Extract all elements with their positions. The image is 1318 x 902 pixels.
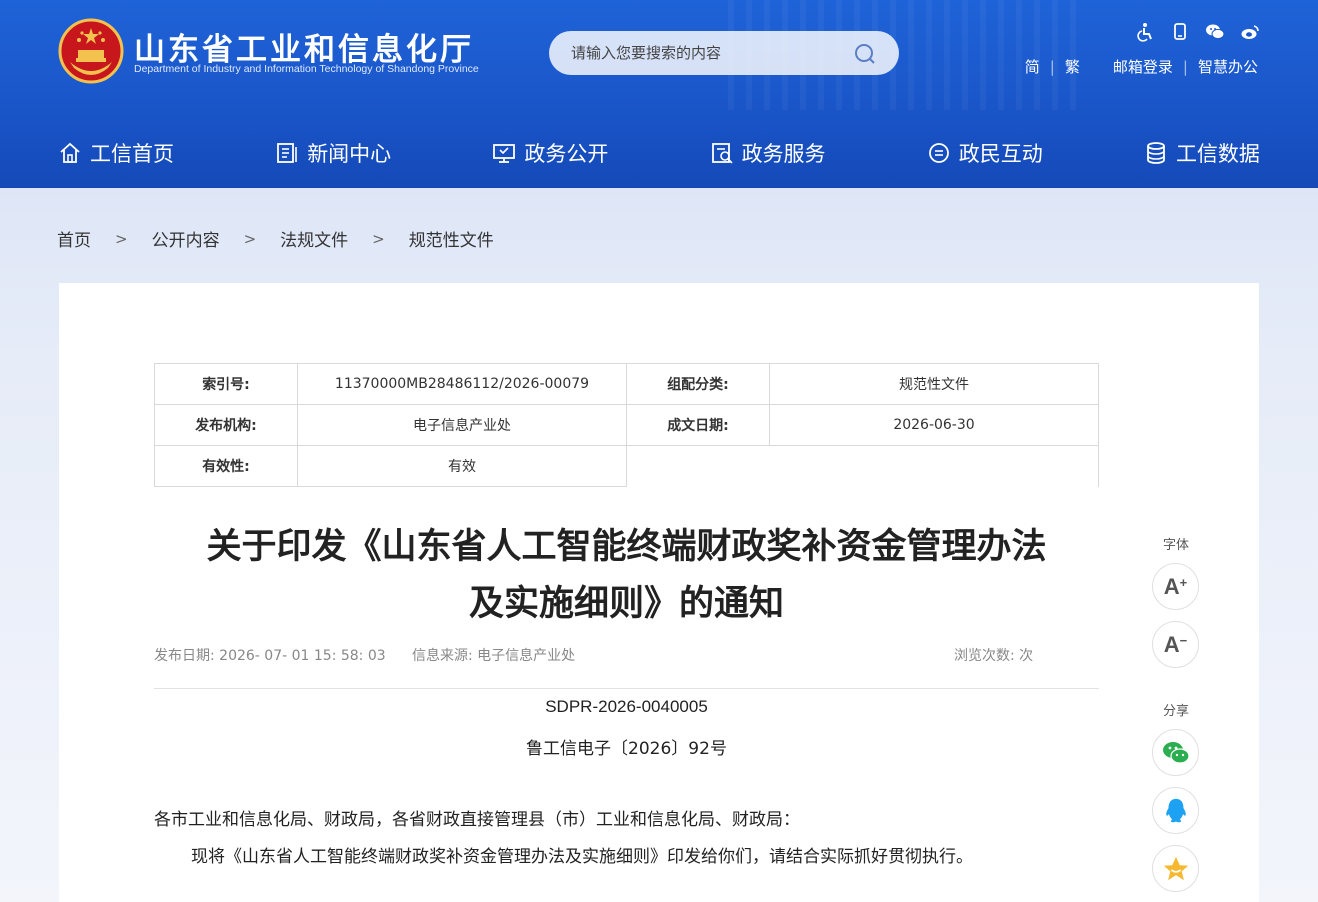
- validity-value: 有效: [297, 445, 627, 487]
- site-header: 山东省工业和信息化厅 Department of Industry and In…: [0, 0, 1318, 188]
- favorite-button[interactable]: [1152, 845, 1199, 892]
- header-links: 简 | 繁 | 邮箱登录 | 智慧办公: [1025, 56, 1258, 77]
- search-input[interactable]: [571, 42, 841, 64]
- publisher-value: 电子信息产业处: [297, 404, 627, 446]
- qq-share-button[interactable]: [1152, 787, 1199, 834]
- nav-label: 工信数据: [1175, 142, 1260, 166]
- nav-item-gov-affairs[interactable]: 政务公开: [492, 138, 608, 168]
- nav-label: 工信首页: [90, 142, 174, 166]
- wechat-share-icon: [1162, 741, 1190, 764]
- breadcrumb-separator: >: [372, 229, 385, 248]
- nav-item-home[interactable]: 工信首页: [58, 138, 174, 168]
- wechat-share-button[interactable]: [1152, 729, 1199, 776]
- plus-icon: +: [1179, 575, 1188, 590]
- font-decrease-button[interactable]: A −: [1152, 621, 1199, 668]
- breadcrumb-public-content[interactable]: 公开内容: [152, 226, 220, 251]
- accessibility-icon[interactable]: [1135, 22, 1155, 42]
- font-size-label: 字体: [1162, 538, 1189, 553]
- search-icon[interactable]: [853, 42, 877, 66]
- mobile-icon[interactable]: [1170, 22, 1190, 42]
- nav-label: 新闻中心: [307, 142, 392, 166]
- nav-item-news[interactable]: 新闻中心: [275, 138, 391, 168]
- monitor-icon: [493, 144, 516, 163]
- weibo-icon[interactable]: [1240, 22, 1260, 42]
- font-decrease-glyph: A: [1163, 631, 1180, 657]
- link-separator: |: [1182, 57, 1188, 76]
- empty-cell: [626, 445, 1099, 487]
- nav-label: 政务服务: [741, 142, 826, 166]
- link-separator: |: [1049, 57, 1055, 76]
- news-icon: [277, 143, 297, 163]
- font-increase-button[interactable]: A +: [1152, 563, 1199, 610]
- breadcrumb-normative-docs[interactable]: 规范性文件: [409, 226, 494, 251]
- nav-item-data[interactable]: 工信数据: [1144, 138, 1260, 168]
- article-paragraph: 各市工业和信息化局、财政局，各省财政直接管理县（市）工业和信息化局、财政局：: [154, 810, 800, 830]
- doc-date-label: 成文日期:: [626, 404, 770, 446]
- share-label: 分享: [1162, 704, 1189, 719]
- breadcrumb-separator: >: [115, 229, 128, 248]
- validity-label: 有效性:: [154, 445, 298, 487]
- smart-office-link[interactable]: 智慧办公: [1198, 56, 1258, 77]
- table-row: 发布机构: 电子信息产业处 成文日期: 2026-06-30: [154, 404, 1099, 446]
- breadcrumb-home[interactable]: 首页: [57, 226, 91, 251]
- home-icon: [60, 142, 80, 163]
- qq-share-icon: [1165, 798, 1186, 822]
- document-meta-table: 索引号: 11370000MB28486112/2026-00079 组配分类:…: [154, 363, 1099, 487]
- main-nav: 工信首页 新闻中心 政务公开 政务服务 政民互动 工信数据: [58, 138, 1260, 168]
- breadcrumb-separator: >: [243, 229, 257, 248]
- publish-date: 发布日期: 2026- 07- 01 15: 58: 03: [154, 648, 386, 664]
- font-increase-glyph: A: [1163, 573, 1180, 599]
- site-subtitle: Department of Industry and Information T…: [134, 63, 479, 75]
- breadcrumb: 首页 > 公开内容 > 法规文件 > 规范性文件: [57, 226, 494, 252]
- index-label: 索引号:: [154, 363, 298, 405]
- nav-label: 政务公开: [524, 142, 609, 166]
- database-icon: [1147, 142, 1165, 164]
- article-title: 关于印发《山东省人工智能终端财政奖补资金管理办法 及实施细则》的通知: [154, 519, 1099, 633]
- view-count: 浏览次数: 次: [954, 648, 1034, 664]
- table-row: 索引号: 11370000MB28486112/2026-00079 组配分类:…: [154, 363, 1099, 405]
- divider: [154, 688, 1099, 689]
- title-line-2: 及实施细则》的通知: [468, 584, 784, 624]
- service-icon: [711, 143, 733, 164]
- simplified-chinese-link[interactable]: 简: [1025, 56, 1040, 77]
- document-number: 鲁工信电子〔2026〕92号: [526, 739, 727, 759]
- article-card: 索引号: 11370000MB28486112/2026-00079 组配分类:…: [59, 283, 1259, 902]
- national-emblem-logo[interactable]: [58, 18, 124, 84]
- traditional-chinese-link[interactable]: 繁: [1065, 56, 1080, 77]
- nav-item-interaction[interactable]: 政民互动: [927, 138, 1043, 168]
- favorite-star-icon: [1163, 856, 1188, 880]
- article-paragraph: 现将《山东省人工智能终端财政奖补资金管理办法及实施细则》印发给你们，请结合实际抓…: [191, 847, 973, 867]
- document-code: SDPR-2026-0040005: [545, 697, 708, 716]
- breadcrumb-regulations[interactable]: 法规文件: [280, 226, 348, 251]
- doc-date-value: 2026-06-30: [769, 404, 1099, 446]
- table-row: 有效性: 有效: [154, 445, 1099, 487]
- wechat-icon[interactable]: [1205, 22, 1225, 42]
- info-source: 信息来源: 电子信息产业处: [412, 648, 576, 664]
- title-line-1: 关于印发《山东省人工智能终端财政奖补资金管理办法: [206, 527, 1047, 567]
- search-box: [549, 31, 899, 75]
- minus-icon: −: [1179, 633, 1188, 648]
- category-label: 组配分类:: [626, 363, 770, 405]
- mail-login-link[interactable]: 邮箱登录: [1113, 56, 1173, 77]
- header-tool-icons: [1135, 22, 1260, 42]
- publisher-label: 发布机构:: [154, 404, 298, 446]
- nav-item-gov-services[interactable]: 政务服务: [710, 138, 826, 168]
- nav-label: 政民互动: [958, 142, 1043, 166]
- chat-icon: [928, 143, 949, 163]
- category-value: 规范性文件: [769, 363, 1099, 405]
- index-value: 11370000MB28486112/2026-00079: [297, 363, 627, 405]
